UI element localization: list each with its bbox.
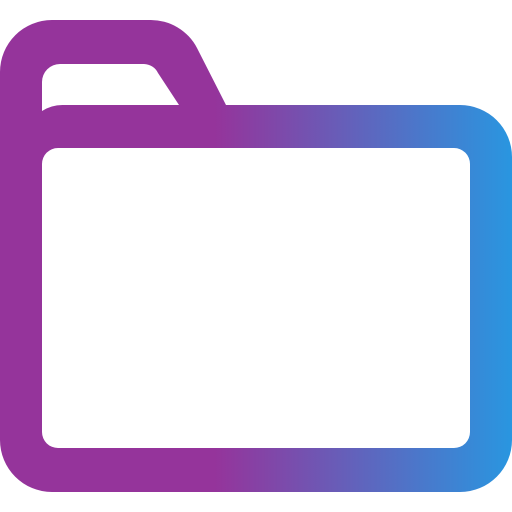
icon-canvas: [0, 0, 512, 512]
folder-outline: [0, 19, 512, 492]
folder-icon: [0, 19, 512, 492]
